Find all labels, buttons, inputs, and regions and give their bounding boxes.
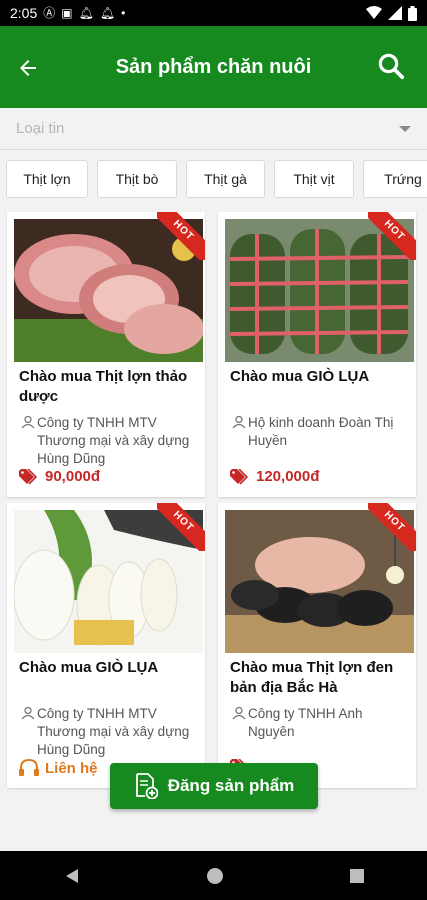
arrow-left-icon [20, 60, 36, 76]
post-product-button[interactable]: Đăng sản phẩm [110, 763, 318, 809]
seller-info: Công ty TNHH MTV Thương mại và xây dựng … [19, 705, 199, 759]
person-icon [232, 706, 246, 720]
bell-icon: 🔔︎ [99, 6, 116, 20]
product-name: Chào mua Thịt lợn đen bản địa Bắc Hà [230, 659, 394, 696]
gallery-icon: ▣ [61, 6, 73, 20]
category-chip[interactable]: Thịt gà [186, 160, 265, 198]
seller-name: Hộ kinh doanh Đoàn Thị Huyền [248, 415, 394, 448]
hot-badge: HOT [157, 212, 205, 260]
bell-icon: 🔔︎ [78, 6, 94, 20]
signal-icon [388, 6, 402, 20]
product-card[interactable]: HOT Chào mua GIÒ LỤA Hộ kinh doanh Đoàn … [218, 212, 416, 497]
product-name: Chào mua GIÒ LỤA [19, 659, 159, 676]
hot-badge: HOT [157, 503, 205, 551]
dot-icon: • [121, 6, 126, 20]
category-chip[interactable]: Trứng [363, 160, 427, 198]
search-icon [378, 53, 405, 80]
recents-square-icon[interactable] [349, 868, 365, 884]
status-time: 2:05 [10, 5, 38, 21]
person-icon [232, 415, 246, 429]
product-price: 90,000đ [19, 468, 100, 485]
category-chip[interactable]: Thịt vịt [274, 160, 354, 198]
person-icon [21, 706, 35, 720]
seller-info: Công ty TNHH Anh Nguyên [230, 705, 410, 741]
category-chip[interactable]: Thịt lợn [6, 160, 88, 198]
app-a-icon: Ⓐ [43, 6, 56, 20]
product-card[interactable]: HOT Chào mua GIÒ LỤA Công ty TNHH MTV Th… [7, 503, 205, 788]
system-nav-bar [0, 851, 427, 900]
back-triangle-icon[interactable] [63, 867, 81, 885]
product-name: Chào mua Thịt lợn thảo dược [19, 368, 188, 405]
category-chips: Thịt lợn Thịt bò Thịt gà Thịt vịt Trứng [0, 150, 427, 208]
app-bar: Sản phẩm chăn nuôi [0, 26, 427, 108]
hot-badge: HOT [368, 212, 416, 260]
contact-price: Liên hệ [19, 759, 98, 777]
post-product-label: Đăng sản phẩm [167, 776, 295, 795]
person-icon [21, 415, 35, 429]
search-button[interactable] [371, 46, 411, 86]
hot-badge: HOT [368, 503, 416, 551]
product-card[interactable]: HOT Chào mua Thịt lợn thảo dược Công ty … [7, 212, 205, 497]
seller-info: Hộ kinh doanh Đoàn Thị Huyền [230, 414, 410, 450]
post-type-placeholder: Loại tin [16, 120, 65, 137]
wifi-icon [366, 6, 382, 19]
headset-icon [19, 759, 39, 776]
home-circle-icon[interactable] [206, 867, 224, 885]
product-name: Chào mua GIÒ LỤA [230, 368, 370, 385]
chevron-down-icon [399, 125, 411, 132]
seller-info: Công ty TNHH MTV Thương mại và xây dựng … [19, 414, 199, 468]
price-tag-icon [19, 468, 38, 485]
product-price: 120,000đ [230, 468, 319, 485]
seller-name: Công ty TNHH Anh Nguyên [248, 706, 363, 739]
battery-icon [408, 5, 417, 21]
add-document-icon [135, 773, 158, 799]
seller-name: Công ty TNHH MTV Thương mại và xây dựng … [37, 706, 190, 757]
status-bar: 2:05 Ⓐ ▣ 🔔︎ 🔔︎ • [0, 0, 427, 26]
category-chip[interactable]: Thịt bò [97, 160, 177, 198]
price-tag-icon [230, 468, 249, 485]
page-title: Sản phẩm chăn nuôi [115, 55, 312, 78]
post-type-select[interactable]: Loại tin [0, 108, 427, 150]
seller-name: Công ty TNHH MTV Thương mại và xây dựng … [37, 415, 190, 466]
back-button[interactable] [8, 48, 48, 88]
product-card[interactable]: HOT Chào mua Thịt lợn đen bản địa Bắc Hà… [218, 503, 416, 788]
